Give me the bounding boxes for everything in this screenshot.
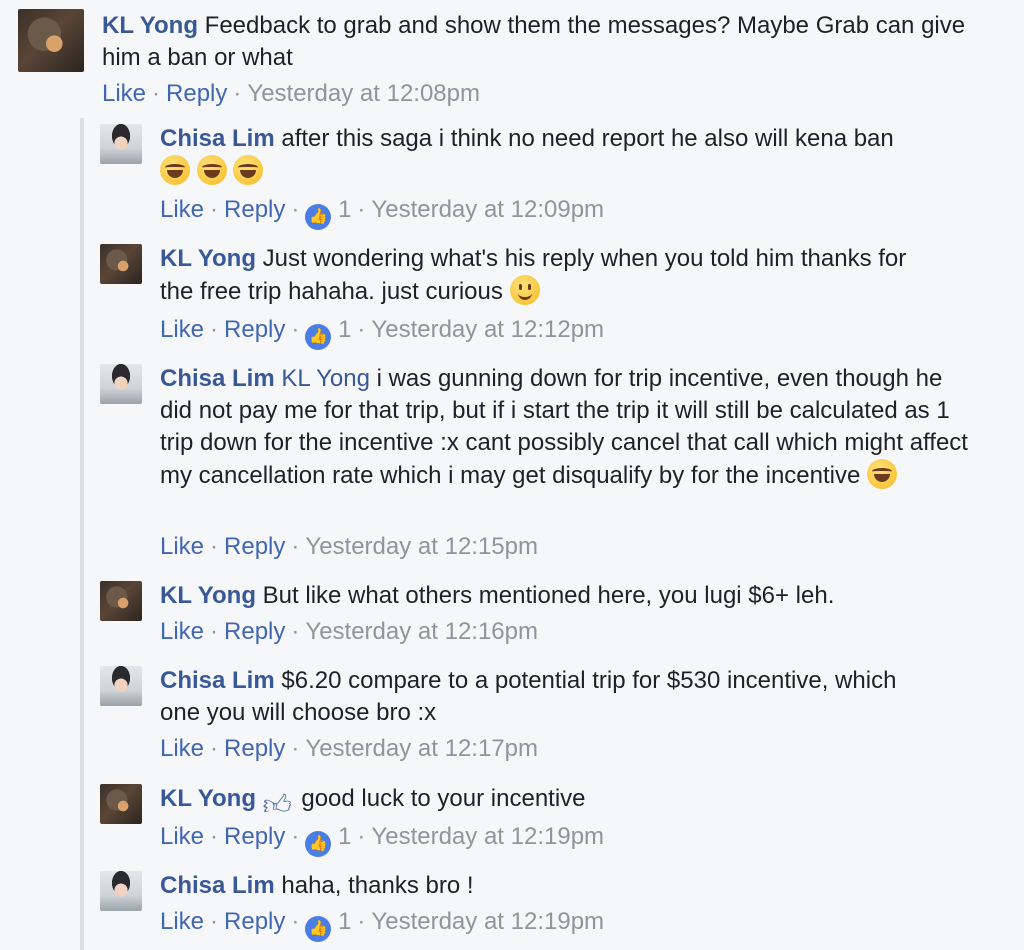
- reply-link[interactable]: Reply: [224, 823, 285, 850]
- author-name[interactable]: Chisa Lim: [160, 365, 275, 392]
- separator: ·: [291, 316, 300, 343]
- thumbs-up-emoji: 👍︎: [262, 789, 292, 820]
- comment-actions: Like · Reply · Yesterday at 12:17pm: [160, 734, 538, 764]
- like-link[interactable]: Like: [160, 735, 204, 762]
- like-link[interactable]: Like: [160, 618, 204, 645]
- like-count[interactable]: 1: [338, 823, 351, 850]
- reply-link[interactable]: Reply: [224, 908, 285, 935]
- separator: ·: [210, 196, 219, 223]
- separator: ·: [152, 80, 161, 107]
- reply-link[interactable]: Reply: [224, 618, 285, 645]
- comment-actions: Like · Reply · 👍 1 · Yesterday at 12:19pm: [160, 822, 604, 857]
- timestamp[interactable]: Yesterday at 12:17pm: [305, 735, 538, 762]
- comment-text: Feedback to grab and show them the messa…: [102, 12, 966, 71]
- comment-actions: Like · Reply · 👍 1 · Yesterday at 12:12pm: [160, 315, 604, 350]
- thumbs-up-icon[interactable]: 👍: [305, 204, 332, 230]
- like-link[interactable]: Like: [160, 908, 204, 935]
- author-name[interactable]: KL Yong: [160, 785, 256, 812]
- reply-link[interactable]: Reply: [224, 735, 285, 762]
- like-link[interactable]: Like: [102, 80, 146, 107]
- avatar[interactable]: [100, 581, 142, 621]
- comment-body: Chisa Lim after this saga i think no nee…: [160, 123, 1000, 188]
- like-link[interactable]: Like: [160, 196, 204, 223]
- reply-link[interactable]: Reply: [224, 196, 285, 223]
- like-count[interactable]: 1: [338, 316, 351, 343]
- separator: ·: [291, 618, 300, 645]
- separator: ·: [210, 316, 219, 343]
- author-name[interactable]: Chisa Lim: [160, 872, 275, 899]
- comment-body: KL Yong 👍︎ good luck to your incentive: [160, 783, 1000, 821]
- thumbs-up-icon[interactable]: 👍: [305, 831, 332, 857]
- comment-actions: Like · Reply · Yesterday at 12:16pm: [160, 617, 538, 647]
- timestamp[interactable]: Yesterday at 12:19pm: [371, 908, 604, 935]
- like-link[interactable]: Like: [160, 823, 204, 850]
- reply-link[interactable]: Reply: [166, 80, 227, 107]
- comment-body: KL Yong Feedback to grab and show them t…: [102, 10, 1002, 74]
- timestamp[interactable]: Yesterday at 12:16pm: [305, 618, 538, 645]
- avatar[interactable]: [100, 244, 142, 284]
- timestamp[interactable]: Yesterday at 12:15pm: [305, 533, 538, 560]
- like-count[interactable]: 1: [338, 196, 351, 223]
- separator: ·: [210, 908, 219, 935]
- comment-body: Chisa Lim KL Yong i was gunning down for…: [160, 363, 980, 492]
- avatar[interactable]: [100, 124, 142, 164]
- timestamp[interactable]: Yesterday at 12:08pm: [247, 80, 480, 107]
- separator: ·: [291, 908, 300, 935]
- separator: ·: [233, 80, 242, 107]
- separator: ·: [291, 823, 300, 850]
- comment-actions: Like · Reply · Yesterday at 12:08pm: [102, 79, 480, 109]
- author-name[interactable]: Chisa Lim: [160, 667, 275, 694]
- laugh-cry-emoji: [196, 155, 227, 185]
- mention-link[interactable]: KL Yong: [281, 365, 370, 392]
- separator: ·: [210, 735, 219, 762]
- comment-actions: Like · Reply · Yesterday at 12:15pm: [160, 532, 538, 562]
- separator: ·: [357, 196, 366, 223]
- timestamp[interactable]: Yesterday at 12:09pm: [371, 196, 604, 223]
- reply-thread-rail: [80, 118, 84, 950]
- laugh-cry-emoji: [233, 155, 264, 185]
- comment-body: Chisa Lim $6.20 compare to a potential t…: [160, 665, 920, 729]
- avatar[interactable]: [100, 784, 142, 824]
- separator: ·: [210, 533, 219, 560]
- avatar[interactable]: [100, 666, 142, 706]
- timestamp[interactable]: Yesterday at 12:12pm: [371, 316, 604, 343]
- separator: ·: [210, 823, 219, 850]
- separator: ·: [210, 618, 219, 645]
- separator: ·: [291, 196, 300, 223]
- separator: ·: [291, 533, 300, 560]
- like-link[interactable]: Like: [160, 316, 204, 343]
- laugh-cry-emoji: [867, 459, 898, 489]
- avatar[interactable]: [100, 364, 142, 404]
- separator: ·: [357, 823, 366, 850]
- smile-emoji: [509, 275, 540, 305]
- comment-body: KL Yong But like what others mentioned h…: [160, 580, 1000, 612]
- like-count[interactable]: 1: [338, 908, 351, 935]
- reply-link[interactable]: Reply: [224, 533, 285, 560]
- timestamp[interactable]: Yesterday at 12:19pm: [371, 823, 604, 850]
- thumbs-up-icon[interactable]: 👍: [305, 324, 332, 350]
- comment-body: KL Yong Just wondering what's his reply …: [160, 243, 940, 308]
- comment-text: after this saga i think no need report h…: [281, 125, 894, 152]
- laugh-cry-emoji: [160, 155, 190, 185]
- comment-text: haha, thanks bro !: [281, 872, 474, 899]
- author-name[interactable]: Chisa Lim: [160, 125, 275, 152]
- reply-link[interactable]: Reply: [224, 316, 285, 343]
- comment-text: But like what others mentioned here, you…: [262, 582, 835, 609]
- comment-text: good luck to your incentive: [301, 785, 586, 812]
- like-link[interactable]: Like: [160, 533, 204, 560]
- avatar[interactable]: [18, 9, 84, 72]
- separator: ·: [357, 316, 366, 343]
- author-name[interactable]: KL Yong: [102, 12, 198, 39]
- separator: ·: [357, 908, 366, 935]
- comment-actions: Like · Reply · 👍 1 · Yesterday at 12:19pm: [160, 907, 604, 942]
- comment-body: Chisa Lim haha, thanks bro !: [160, 870, 1000, 902]
- author-name[interactable]: KL Yong: [160, 245, 256, 272]
- avatar[interactable]: [100, 871, 142, 911]
- separator: ·: [291, 735, 300, 762]
- comment-actions: Like · Reply · 👍 1 · Yesterday at 12:09pm: [160, 195, 604, 230]
- author-name[interactable]: KL Yong: [160, 582, 256, 609]
- thumbs-up-icon[interactable]: 👍: [305, 916, 332, 942]
